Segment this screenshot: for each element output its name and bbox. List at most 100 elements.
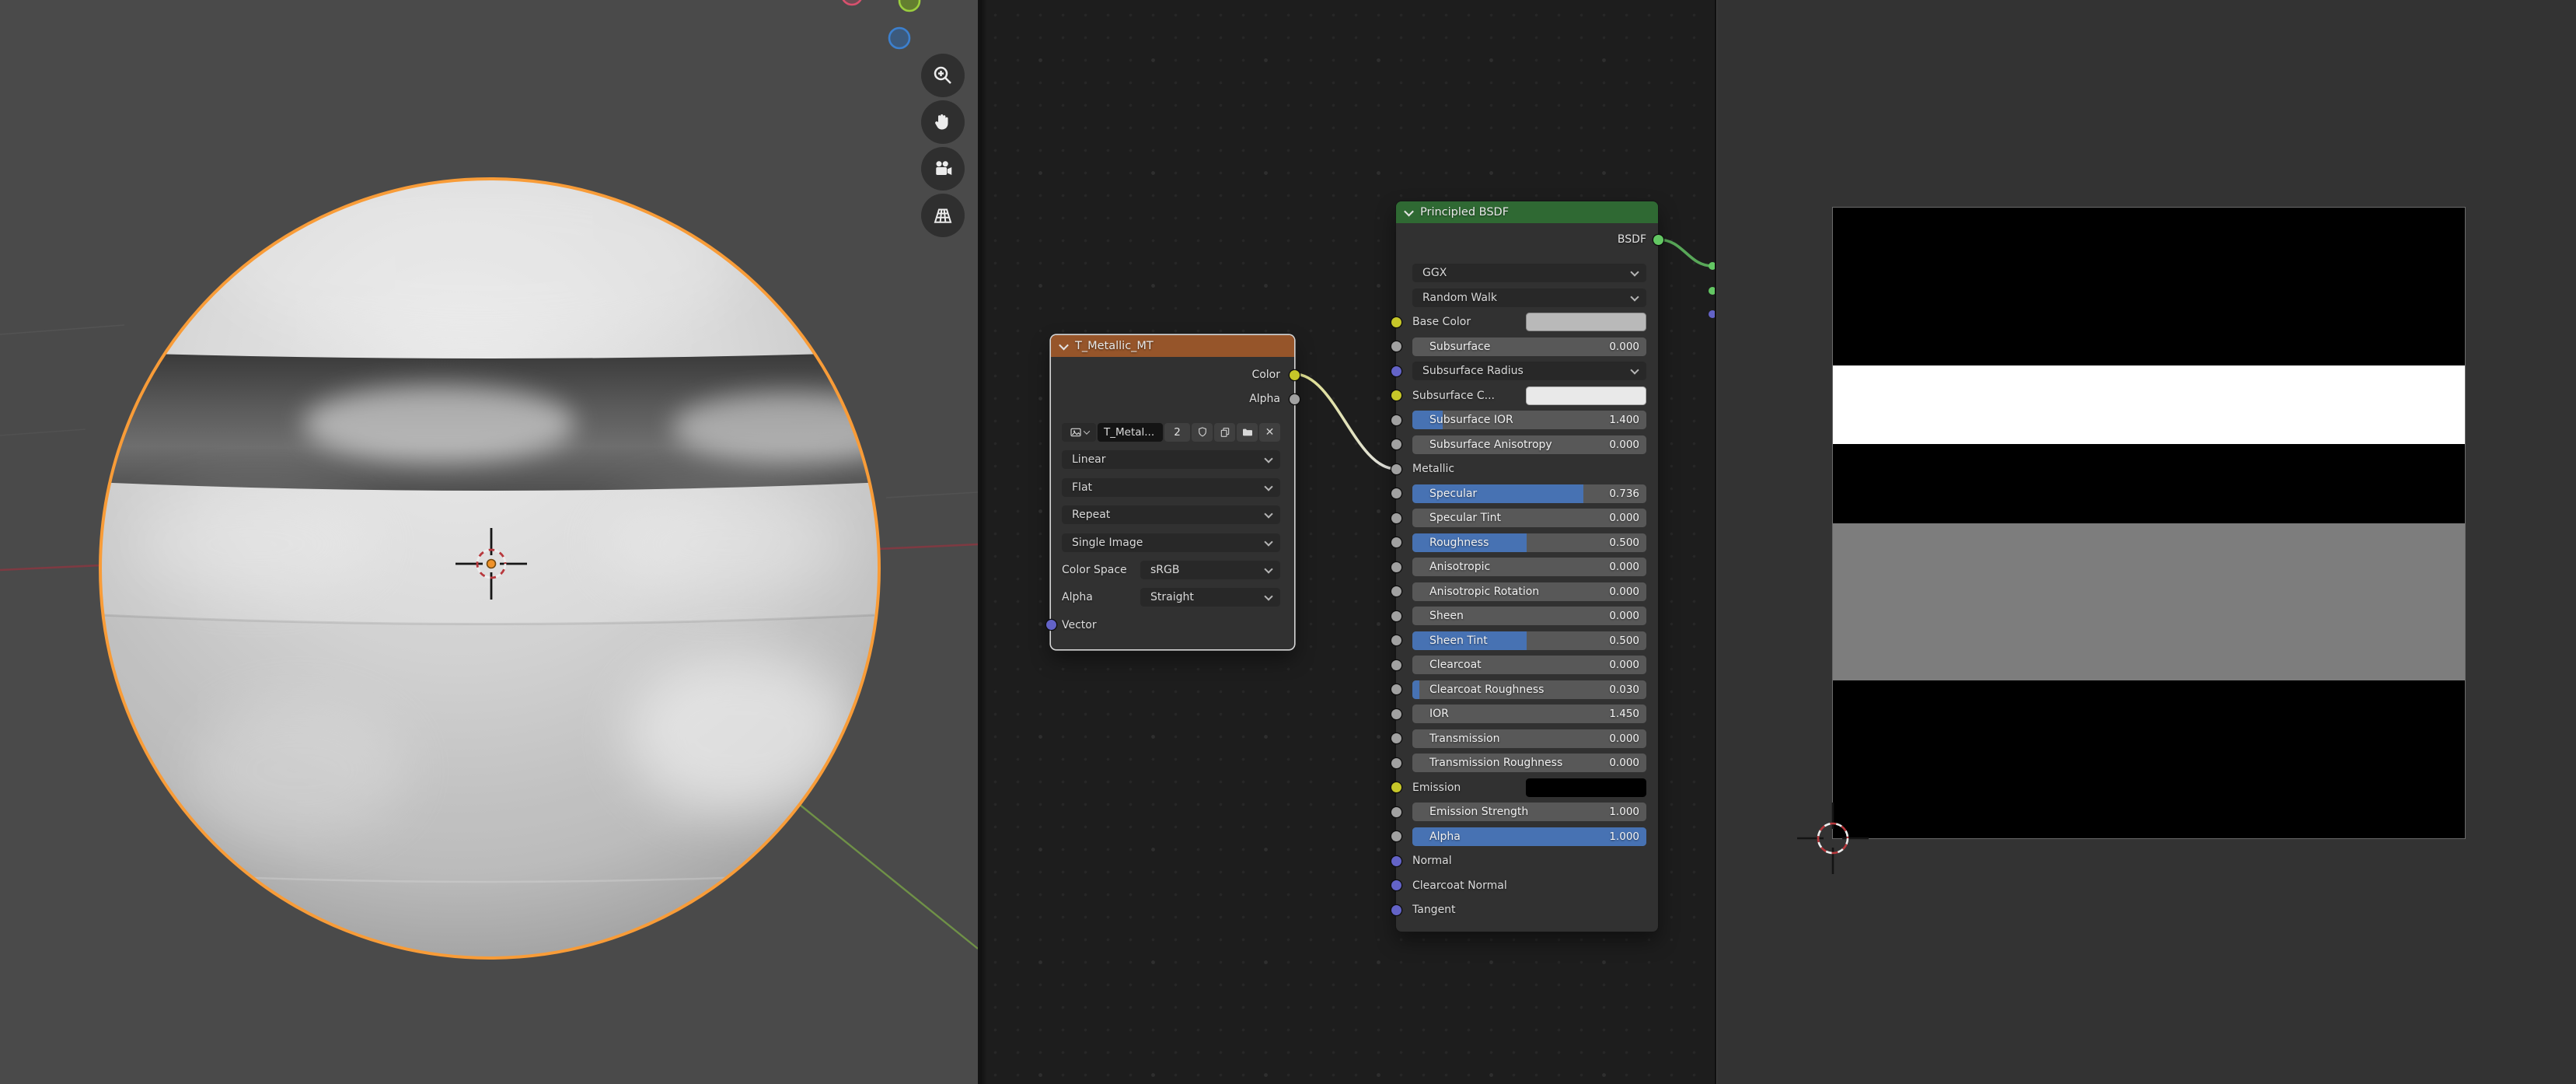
- bsdf-slider-clearcoat-roughness[interactable]: Clearcoat Roughness0.030: [1412, 680, 1646, 699]
- node-header-image-texture[interactable]: T_Metallic_MT: [1051, 335, 1294, 357]
- bsdf-slider-specular[interactable]: Specular0.736: [1412, 484, 1646, 503]
- chevron-down-icon[interactable]: [1059, 340, 1069, 350]
- socket-transmission-input[interactable]: [1391, 733, 1401, 743]
- socket-sheen-input[interactable]: [1391, 611, 1401, 621]
- bsdf-slider-anisotropic-rotation[interactable]: Anisotropic Rotation0.000: [1412, 582, 1646, 601]
- socket-metallic-input[interactable]: [1391, 464, 1401, 474]
- bsdf-slider-sheen[interactable]: Sheen0.000: [1412, 607, 1646, 625]
- bsdf-dropdown-ggx[interactable]: GGX: [1412, 264, 1646, 282]
- chevron-down-icon: [1630, 365, 1639, 374]
- socket-color-output[interactable]: [1290, 370, 1300, 380]
- nav-gizmo[interactable]: [842, 0, 920, 48]
- pan-button[interactable]: [921, 100, 965, 144]
- socket-subsurface-anisotropy-input[interactable]: [1391, 439, 1401, 449]
- bsdf-slider-subsurface-anisotropy[interactable]: Subsurface Anisotropy0.000: [1412, 435, 1646, 454]
- socket-roughness-input[interactable]: [1391, 537, 1401, 547]
- socket-subsurface-input[interactable]: [1391, 341, 1401, 351]
- perspective-toggle-button[interactable]: [921, 194, 965, 237]
- image-browse-button[interactable]: [1062, 423, 1096, 442]
- bsdf-slider-roughness[interactable]: Roughness0.500: [1412, 533, 1646, 552]
- link-color-to-metallic[interactable]: [1294, 374, 1396, 469]
- socket-clearcoat-normal-input[interactable]: [1391, 880, 1401, 890]
- slider-value: 1.000: [1609, 806, 1639, 818]
- slider-value: 0.000: [1609, 512, 1639, 524]
- socket-subsurface-c-input[interactable]: [1391, 390, 1401, 400]
- blender-shading-workspace: T_Metallic_MT ColorAlpha T_Metal... 2: [0, 0, 2576, 1084]
- image-name-field[interactable]: T_Metal...: [1098, 423, 1163, 442]
- color-swatch-base-color[interactable]: [1526, 313, 1646, 331]
- bsdf-slider-transmission-roughness[interactable]: Transmission Roughness0.000: [1412, 754, 1646, 772]
- area-divider[interactable]: [978, 0, 981, 1084]
- socket-label: Vector: [1062, 619, 1097, 631]
- material-output-socket[interactable]: [1709, 310, 1715, 318]
- socket-vector-input[interactable]: [1046, 620, 1056, 630]
- slider-label: Transmission Roughness: [1429, 757, 1562, 769]
- node-header-principled-bsdf[interactable]: Principled BSDF: [1396, 201, 1658, 223]
- socket-alpha-input[interactable]: [1391, 831, 1401, 841]
- socket-subsurface-radius-input[interactable]: [1391, 366, 1401, 376]
- socket-anisotropic-rotation-input[interactable]: [1391, 586, 1401, 596]
- image-editor[interactable]: [1715, 0, 2576, 1084]
- dropdown-value: Single Image: [1072, 537, 1143, 549]
- socket-clearcoat-input[interactable]: [1391, 660, 1401, 670]
- dropdown-alpha[interactable]: Straight: [1140, 588, 1280, 607]
- fake-user-button[interactable]: [1192, 423, 1213, 442]
- tex-dropdown-flat[interactable]: Flat: [1062, 478, 1280, 497]
- socket-alpha-output[interactable]: [1290, 394, 1300, 404]
- socket-label: Tangent: [1412, 904, 1456, 916]
- socket-transmission-roughness-input[interactable]: [1391, 758, 1401, 768]
- image-users-count[interactable]: 2: [1164, 423, 1190, 442]
- slider-label: Anisotropic Rotation: [1429, 586, 1539, 598]
- node-principled-bsdf[interactable]: Principled BSDF BSDF GGXRandom WalkBase …: [1396, 201, 1658, 932]
- node-image-texture[interactable]: T_Metallic_MT ColorAlpha T_Metal... 2: [1051, 335, 1294, 649]
- chevron-down-icon[interactable]: [1404, 206, 1414, 216]
- color-swatch-emission[interactable]: [1526, 778, 1646, 797]
- viewport-3d[interactable]: [0, 0, 978, 1084]
- shader-node-editor[interactable]: T_Metallic_MT ColorAlpha T_Metal... 2: [978, 0, 1715, 1084]
- new-image-button[interactable]: [1214, 423, 1235, 442]
- dropdown-color-space[interactable]: sRGB: [1140, 561, 1280, 579]
- material-output-socket[interactable]: [1709, 262, 1715, 270]
- camera-view-button[interactable]: [921, 147, 965, 191]
- bsdf-slider-emission-strength[interactable]: Emission Strength1.000: [1412, 803, 1646, 821]
- socket-normal-input[interactable]: [1391, 856, 1401, 866]
- bsdf-dropdown-subsurface-radius[interactable]: Subsurface Radius: [1412, 362, 1646, 380]
- open-image-button[interactable]: [1237, 423, 1258, 442]
- material-output-socket[interactable]: [1709, 287, 1715, 295]
- bsdf-slider-sheen-tint[interactable]: Sheen Tint0.500: [1412, 631, 1646, 650]
- socket-specular-tint-input[interactable]: [1391, 513, 1401, 523]
- color-swatch-subsurface-c[interactable]: [1526, 386, 1646, 405]
- tex-dropdown-repeat[interactable]: Repeat: [1062, 505, 1280, 524]
- chevron-down-icon: [1264, 593, 1272, 601]
- bsdf-slider-subsurface-ior[interactable]: Subsurface IOR1.400: [1412, 411, 1646, 429]
- socket-sheen-tint-input[interactable]: [1391, 635, 1401, 645]
- image-browse-icon: [1070, 426, 1082, 439]
- unlink-image-button[interactable]: ✕: [1259, 423, 1280, 442]
- socket-subsurface-ior-input[interactable]: [1391, 415, 1401, 425]
- bsdf-slider-transmission[interactable]: Transmission0.000: [1412, 729, 1646, 748]
- dropdown-value: sRGB: [1150, 564, 1179, 576]
- socket-anisotropic-input[interactable]: [1391, 562, 1401, 572]
- zoom-button[interactable]: [921, 54, 965, 97]
- bsdf-dropdown-random-walk[interactable]: Random Walk: [1412, 288, 1646, 307]
- socket-tangent-input[interactable]: [1391, 905, 1401, 915]
- bsdf-slider-specular-tint[interactable]: Specular Tint0.000: [1412, 509, 1646, 527]
- socket-clearcoat-roughness-input[interactable]: [1391, 684, 1401, 694]
- socket-specular-input[interactable]: [1391, 488, 1401, 498]
- socket-bsdf-output[interactable]: [1653, 235, 1663, 245]
- socket-emission-input[interactable]: [1391, 782, 1401, 792]
- bsdf-slider-clearcoat[interactable]: Clearcoat0.000: [1412, 656, 1646, 674]
- bsdf-slider-subsurface[interactable]: Subsurface0.000: [1412, 337, 1646, 356]
- bsdf-slider-ior[interactable]: IOR1.450: [1412, 705, 1646, 723]
- chevron-down-icon: [1264, 537, 1272, 546]
- link-bsdf-to-surface[interactable]: [1658, 240, 1712, 266]
- tex-input-vector: Vector: [1062, 616, 1280, 635]
- socket-base-color-input[interactable]: [1391, 317, 1401, 327]
- socket-ior-input[interactable]: [1391, 709, 1401, 719]
- socket-emission-strength-input[interactable]: [1391, 807, 1401, 817]
- tex-dropdown-linear[interactable]: Linear: [1062, 450, 1280, 469]
- chevron-down-icon: [1264, 482, 1272, 491]
- bsdf-slider-anisotropic[interactable]: Anisotropic0.000: [1412, 558, 1646, 576]
- bsdf-slider-alpha[interactable]: Alpha1.000: [1412, 827, 1646, 846]
- tex-dropdown-single-image[interactable]: Single Image: [1062, 533, 1280, 552]
